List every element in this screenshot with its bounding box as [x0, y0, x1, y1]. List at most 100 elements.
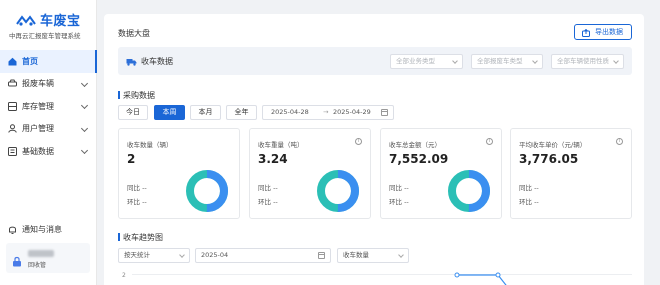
metric-select[interactable]: 收车数量 — [337, 248, 409, 263]
user-profile[interactable]: 回收管 — [6, 243, 90, 273]
month-picker[interactable]: 2025-04 — [195, 248, 331, 263]
period-week-button[interactable]: 本周 — [154, 105, 185, 120]
brand-subtitle: 中再云汇报废车管理系统 — [9, 32, 81, 40]
trend-section-title: 收车趋势图 — [118, 232, 163, 243]
select-placeholder: 全部车辆使用性质 — [557, 57, 609, 65]
brand-logo-icon — [16, 14, 36, 26]
sidebar-item-label: 基础数据 — [22, 146, 54, 156]
trend-chart: 2 — [122, 272, 632, 285]
lock-icon — [12, 252, 22, 267]
stat-card-avg-price: 平均收车单价（元/辆） i 3,776.05 同比 -- 环比 -- — [510, 128, 632, 219]
date-from: 2025-04-28 — [271, 108, 309, 116]
y-tick-label: 2 — [122, 272, 126, 279]
donut-chart — [317, 170, 359, 212]
bell-icon — [8, 225, 17, 234]
home-icon — [8, 57, 17, 66]
card-mom: 环比 -- — [127, 198, 147, 206]
select-placeholder: 全部报废车类型 — [477, 57, 523, 65]
brand: 车废宝 — [16, 10, 81, 29]
donut-chart — [186, 170, 228, 212]
card-yoy: 同比 -- — [127, 184, 147, 192]
date-to: 2025-04-29 — [333, 108, 371, 116]
purchase-section-title: 采购数据 — [118, 90, 155, 101]
card-value: 3,776.05 — [519, 152, 579, 166]
sidebar-item-users[interactable]: 用户管理 — [0, 118, 97, 141]
period-today-button[interactable]: 今日 — [118, 105, 148, 120]
card-mom: 环比 -- — [389, 198, 409, 206]
inventory-icon — [8, 101, 17, 111]
sidebar-item-label: 用户管理 — [22, 124, 54, 134]
select-value: 收车数量 — [343, 251, 369, 259]
truck-icon — [126, 58, 137, 66]
chevron-down-icon — [532, 58, 538, 64]
card-value: 3.24 — [258, 152, 288, 166]
sidebar-item-inventory[interactable]: 库存管理 — [0, 95, 97, 118]
data-icon — [8, 146, 17, 156]
filter-title-label: 收车数据 — [141, 57, 173, 66]
card-mom: 环比 -- — [519, 198, 539, 206]
sidebar: 车废宝 中再云汇报废车管理系统 首页 报废车辆 库存管理 用户管理 基础数据 通… — [0, 0, 97, 285]
export-label: 导出数据 — [595, 28, 623, 36]
card-yoy: 同比 -- — [519, 184, 539, 192]
app: 车废宝 中再云汇报废车管理系统 首页 报废车辆 库存管理 用户管理 基础数据 通… — [0, 0, 660, 285]
card-yoy: 同比 -- — [389, 184, 409, 192]
sidebar-item-label: 报废车辆 — [22, 79, 54, 89]
trend-point[interactable] — [495, 272, 501, 278]
card-value: 2 — [127, 152, 136, 166]
vehicle-type-select[interactable]: 全部报废车类型 — [471, 54, 543, 69]
usage-nature-select[interactable]: 全部车辆使用性质 — [551, 54, 624, 69]
page-title: 数据大盘 — [118, 29, 150, 38]
sidebar-item-label: 库存管理 — [22, 101, 54, 111]
sidebar-nav: 首页 报废车辆 库存管理 用户管理 基础数据 — [0, 50, 97, 163]
card-label: 收车重量（吨） — [258, 141, 304, 149]
calendar-icon — [381, 109, 388, 116]
period-year-button[interactable]: 全年 — [226, 105, 257, 120]
notifications-label: 通知与消息 — [22, 225, 62, 234]
card-label: 收车数量（辆） — [127, 141, 173, 149]
info-icon[interactable]: i — [616, 138, 623, 145]
chevron-down-icon — [80, 124, 89, 132]
notifications-link[interactable]: 通知与消息 — [8, 224, 62, 235]
info-icon[interactable]: i — [355, 138, 362, 145]
filter-title: 收车数据 — [126, 56, 173, 67]
trend-point[interactable] — [454, 272, 460, 278]
chevron-down-icon — [613, 58, 619, 64]
chevron-down-icon — [452, 58, 458, 64]
date-separator: → — [323, 108, 329, 116]
business-type-select[interactable]: 全部业务类型 — [390, 54, 463, 69]
car-icon — [8, 79, 17, 88]
period-month-button[interactable]: 本月 — [190, 105, 221, 120]
chevron-down-icon — [80, 101, 89, 110]
trend-line — [457, 274, 507, 285]
brand-name: 车废宝 — [40, 14, 81, 29]
export-button[interactable]: 导出数据 — [574, 24, 632, 40]
sidebar-item-home[interactable]: 首页 — [0, 50, 97, 73]
info-icon[interactable]: i — [486, 138, 493, 145]
sidebar-item-scrapped-vehicles[interactable]: 报废车辆 — [0, 73, 97, 96]
stat-mode-select[interactable]: 按天统计 — [118, 248, 190, 263]
sidebar-item-basic-data[interactable]: 基础数据 — [0, 140, 97, 163]
stat-card-weight: 收车重量（吨） i 3.24 同比 -- 环比 -- — [249, 128, 371, 219]
chevron-down-icon — [80, 79, 89, 87]
chevron-down-icon — [398, 252, 404, 258]
card-mom: 环比 -- — [258, 198, 278, 206]
card-label: 收车总金额（元） — [389, 141, 441, 149]
export-icon — [582, 28, 590, 37]
select-value: 按天统计 — [124, 251, 150, 259]
stat-card-count: 收车数量（辆） 2 同比 -- 环比 -- — [118, 128, 240, 219]
sidebar-item-label: 首页 — [22, 56, 38, 66]
main-panel: 数据大盘 导出数据 收车数据 全部业务类型 全部报废车类型 全部车辆使用性质 采… — [104, 14, 644, 285]
donut-chart — [448, 170, 490, 212]
date-range-picker[interactable]: 2025-04-28 → 2025-04-29 — [262, 105, 394, 120]
chevron-down-icon — [179, 252, 185, 258]
select-placeholder: 全部业务类型 — [396, 57, 435, 65]
user-role: 回收管 — [28, 262, 47, 269]
user-name-redacted — [28, 250, 54, 257]
chevron-down-icon — [80, 146, 89, 155]
card-label: 平均收车单价（元/辆） — [519, 141, 587, 149]
card-yoy: 同比 -- — [258, 184, 278, 192]
calendar-icon — [318, 252, 325, 259]
user-icon — [8, 124, 17, 133]
card-value: 7,552.09 — [389, 152, 449, 166]
stat-card-amount: 收车总金额（元） i 7,552.09 同比 -- 环比 -- — [380, 128, 502, 219]
